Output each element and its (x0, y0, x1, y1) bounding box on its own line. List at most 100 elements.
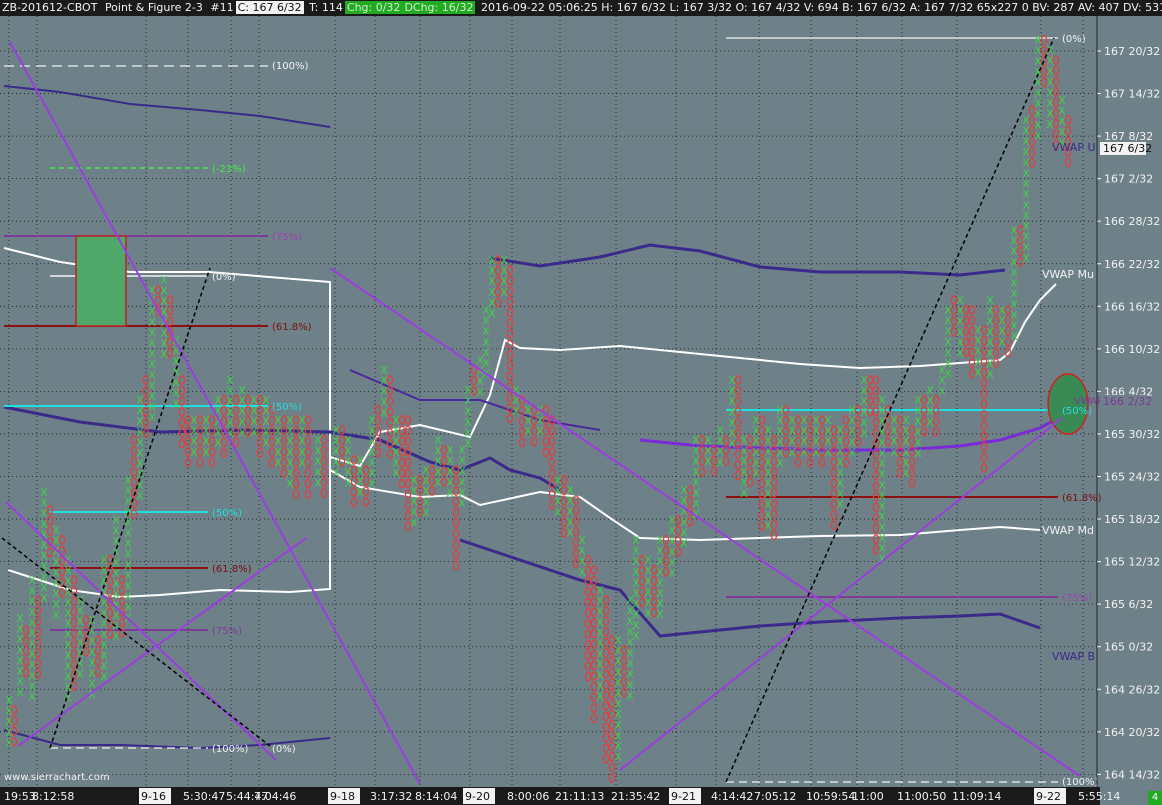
pf-x-box: X (1034, 129, 1042, 142)
pf-o-box (584, 629, 592, 640)
pf-o-box (602, 690, 610, 701)
pf-o-box (602, 637, 610, 648)
level-618b-label: (61.8%) (212, 564, 252, 575)
pf-o-box (920, 426, 928, 437)
pf-o-box (320, 488, 328, 498)
pf-o-box (842, 457, 850, 468)
pf-o-box (818, 457, 826, 468)
pf-x-box: X (410, 516, 418, 529)
time-tick-label: 9-22 (1036, 790, 1061, 803)
time-tick-label: 7:04:46 (254, 790, 296, 803)
pf-x-box: X (1022, 252, 1030, 265)
close-value: C: 167 6/32 (235, 1, 304, 14)
pf-x-box: X (626, 689, 634, 702)
pf-o-box (968, 305, 976, 315)
pf-o-box (602, 743, 610, 754)
level-100b-label: (100%) (212, 744, 248, 755)
pf-o-box (1064, 125, 1072, 136)
level-75b-label: (75%) (212, 626, 242, 637)
pf-o-box (590, 713, 598, 724)
pf-o-box (548, 446, 556, 457)
pf-o-box (398, 468, 406, 478)
pf-o-box (932, 426, 940, 437)
time-axis[interactable]: 19:538:12:58 9-16 5:30:47 5:44:477:04:46 9-1… (0, 787, 1120, 805)
pf-o-box (1028, 147, 1036, 158)
price-tick-label: 167 2/32 (1104, 173, 1153, 186)
pf-o-box (506, 360, 514, 371)
pf-o-box (734, 385, 742, 396)
pf-o-box (734, 417, 742, 428)
pf-o-box (1052, 55, 1060, 65)
pf-x-box: X (680, 537, 688, 550)
pf-o-box (320, 435, 328, 445)
time-tick-label: 9-20 (465, 790, 490, 803)
pf-x-box: X (76, 668, 84, 681)
pf-o-box (872, 375, 880, 385)
pf-o-box (178, 406, 186, 417)
level-0-label: (0%) (212, 272, 236, 283)
pf-o-box (452, 518, 460, 528)
pf-o-box (548, 425, 556, 436)
price-tick-label: 165 18/32 (1104, 513, 1160, 526)
pf-o-box (220, 448, 228, 458)
pf-o-box (320, 466, 328, 477)
pf-o-box (980, 409, 988, 420)
pf-o-box (1052, 65, 1060, 76)
pf-o-box (196, 457, 204, 468)
pf-o-box (932, 416, 940, 427)
pf-o-box (602, 669, 610, 680)
pf-o-box (178, 385, 186, 396)
pf-o-box (602, 626, 610, 637)
time-tick-label: 10:59:54 (806, 790, 855, 803)
pf-o-box (304, 446, 312, 457)
pf-o-box (602, 754, 610, 764)
pf-x-box: X (914, 447, 922, 460)
pf-x-box: X (476, 386, 484, 399)
pf-o-box (506, 318, 514, 328)
pf-o-box (452, 539, 460, 550)
pf-o-box (602, 732, 610, 743)
pf-o-box (542, 426, 550, 437)
pf-o-box (398, 415, 406, 425)
pf-o-box (608, 762, 616, 773)
chart-area[interactable]: XXXXXXXXXXXXXXXXXXXXXXXXXXXXXXXXXXXXXXXX… (0, 16, 1162, 805)
pf-o-box (1064, 115, 1072, 125)
pf-o-box (572, 505, 580, 516)
price-tick-label: 165 0/32 (1104, 641, 1153, 654)
pf-o-box (292, 489, 300, 500)
pf-o-box (506, 296, 514, 307)
pf-o-box (404, 415, 412, 425)
pf-o-box (208, 457, 216, 468)
pf-o-box (980, 420, 988, 431)
pf-o-box (602, 595, 610, 605)
pf-o-box (304, 415, 312, 425)
pf-o-box (1052, 76, 1060, 87)
pf-o-box (70, 681, 78, 691)
pf-x-box: X (860, 427, 868, 440)
level-0c-label: (0%) (1062, 34, 1086, 45)
time-tick-label: 8:14:04 (415, 790, 457, 803)
time-tick-label: 9-18 (330, 790, 355, 803)
pf-o-box (292, 468, 300, 478)
pf-o-box (374, 447, 382, 458)
level-50c-label: (50%) (1062, 406, 1092, 417)
pf-x-box: X (614, 751, 622, 764)
pf-o-box (362, 496, 370, 507)
pf-o-box (530, 436, 538, 447)
time-tick-label: 8:12:58 (32, 790, 74, 803)
pf-o-box (962, 305, 970, 315)
time-tick-label: 3:17:32 (370, 790, 412, 803)
current-price-label: 167 6/32 (1103, 142, 1152, 155)
price-tick-label: 165 6/32 (1104, 598, 1153, 611)
pf-o-box (698, 466, 706, 477)
chart-window[interactable]: ZB-201612-CBOT Point & Figure 2-3 #11 C: … (0, 0, 1162, 805)
pf-o-box (506, 328, 514, 339)
pf-x-box: X (488, 307, 496, 320)
pf-o-box (542, 436, 550, 447)
pf-o-box (320, 445, 328, 456)
pf-o-box (320, 477, 328, 488)
level-75-label: (75%) (272, 232, 302, 243)
pf-o-box (602, 648, 610, 658)
price-tick-label: 167 14/32 (1104, 88, 1160, 101)
pf-o-box (830, 509, 838, 520)
